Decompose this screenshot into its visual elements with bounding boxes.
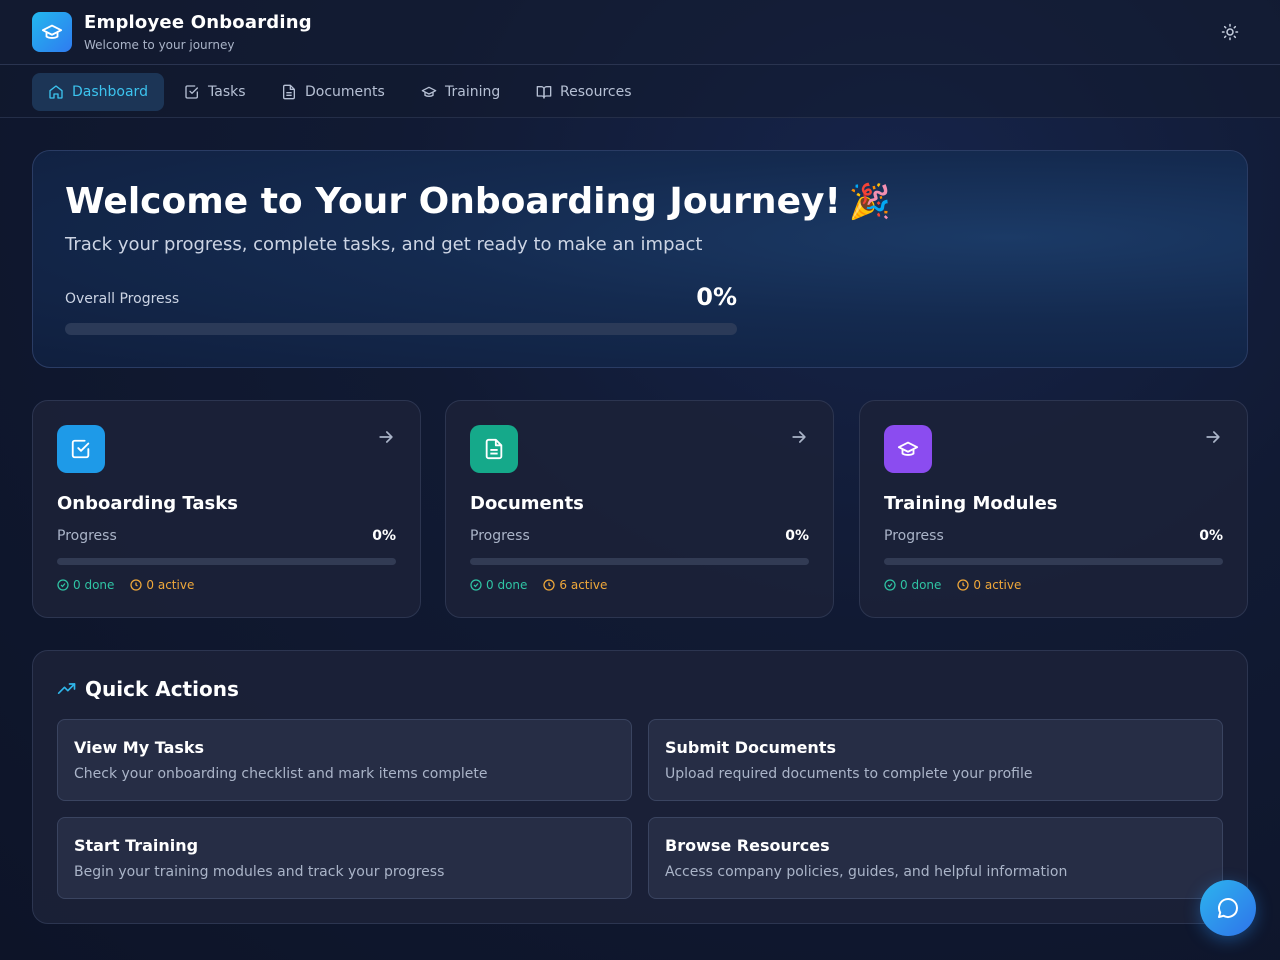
tab-label: Dashboard: [72, 84, 148, 100]
done-count: 0 done: [57, 578, 114, 592]
trending-up-icon: [57, 683, 76, 694]
tab-documents[interactable]: Documents: [265, 73, 401, 111]
arrow-right-icon[interactable]: [1203, 427, 1223, 447]
theme-toggle-button[interactable]: [1216, 18, 1244, 46]
quick-action-description: Access company policies, guides, and hel…: [665, 864, 1068, 880]
clock-icon: [130, 579, 143, 591]
overall-progress-value: 0%: [696, 283, 737, 311]
active-text: 6 active: [559, 578, 608, 592]
clock-icon: [957, 579, 970, 591]
document-icon: [485, 438, 503, 460]
active-text: 0 active: [973, 578, 1022, 592]
welcome-hero: Welcome to Your Onboarding Journey! 🎉 Tra…: [32, 150, 1248, 368]
overall-progress-label: Overall Progress: [65, 291, 180, 307]
card-title: Onboarding Tasks: [57, 493, 238, 514]
main-nav: Dashboard Tasks Documents Training Resou…: [0, 65, 1280, 118]
card-stats: 0 done 0 active: [57, 578, 194, 592]
arrow-right-icon[interactable]: [789, 427, 809, 447]
hero-subtitle: Track your progress, complete tasks, and…: [65, 234, 703, 255]
arrow-right-icon[interactable]: [376, 427, 396, 447]
sun-icon: [1221, 23, 1239, 41]
done-count: 0 done: [884, 578, 941, 592]
clock-icon: [543, 579, 556, 591]
quick-action-description: Check your onboarding checklist and mark…: [74, 766, 488, 782]
app-title: Employee Onboarding: [84, 12, 312, 33]
quick-action-submit-documents[interactable]: Submit Documents Upload required documen…: [648, 719, 1223, 801]
quick-action-browse-resources[interactable]: Browse Resources Access company policies…: [648, 817, 1223, 899]
app-subtitle: Welcome to your journey: [84, 38, 235, 52]
hero-title-text: Welcome to Your Onboarding Journey!: [65, 181, 841, 222]
graduation-cap-icon: [897, 441, 919, 456]
card-training-modules[interactable]: Training Modules Progress 0% 0 done 0 ac…: [859, 400, 1248, 618]
card-progress-value: 0%: [785, 528, 809, 544]
check-circle-icon: [470, 579, 482, 591]
tab-tasks[interactable]: Tasks: [168, 73, 262, 111]
card-progress-bar: [884, 558, 1223, 565]
chat-button[interactable]: [1200, 880, 1256, 936]
document-icon: [283, 84, 295, 100]
graduation-cap-icon: [41, 24, 63, 39]
card-stats: 0 done 0 active: [884, 578, 1021, 592]
quick-actions-title: Quick Actions: [85, 677, 239, 701]
tab-label: Tasks: [208, 84, 246, 100]
quick-action-title: View My Tasks: [74, 738, 205, 757]
quick-actions-panel: Quick Actions View My Tasks Check your o…: [32, 650, 1248, 924]
active-text: 0 active: [146, 578, 195, 592]
card-progress-value: 0%: [1199, 528, 1223, 544]
done-text: 0 done: [486, 578, 528, 592]
book-icon: [536, 86, 552, 99]
party-emoji: 🎉: [848, 182, 892, 222]
card-icon-box: [57, 425, 105, 473]
card-progress-label: Progress: [57, 528, 117, 544]
quick-action-title: Submit Documents: [665, 738, 836, 757]
card-icon-box: [884, 425, 932, 473]
done-text: 0 done: [73, 578, 115, 592]
overall-progress-bar: [65, 323, 737, 335]
quick-action-start-training[interactable]: Start Training Begin your training modul…: [57, 817, 632, 899]
quick-actions-header: Quick Actions: [57, 677, 239, 701]
card-progress-label: Progress: [884, 528, 944, 544]
active-count: 0 active: [957, 578, 1021, 592]
home-icon: [49, 85, 63, 99]
graduation-cap-icon: [421, 86, 437, 97]
checkbox-icon: [185, 85, 198, 99]
card-progress-bar: [470, 558, 809, 565]
card-title: Documents: [470, 493, 584, 514]
active-count: 0 active: [130, 578, 194, 592]
quick-action-view-tasks[interactable]: View My Tasks Check your onboarding chec…: [57, 719, 632, 801]
card-progress-bar: [57, 558, 396, 565]
tab-label: Training: [445, 84, 501, 100]
card-icon-box: [470, 425, 518, 473]
quick-action-description: Upload required documents to complete yo…: [665, 766, 1033, 782]
done-count: 0 done: [470, 578, 527, 592]
card-stats: 0 done 6 active: [470, 578, 607, 592]
chat-icon: [1218, 898, 1238, 918]
hero-title: Welcome to Your Onboarding Journey! 🎉: [65, 181, 891, 222]
checkbox-icon: [71, 439, 90, 459]
card-title: Training Modules: [884, 493, 1058, 514]
done-text: 0 done: [900, 578, 942, 592]
tab-resources[interactable]: Resources: [520, 73, 648, 111]
check-circle-icon: [884, 579, 896, 591]
tab-training[interactable]: Training: [405, 73, 516, 111]
card-documents[interactable]: Documents Progress 0% 0 done 6 active: [445, 400, 834, 618]
card-progress-value: 0%: [372, 528, 396, 544]
app-header: Employee Onboarding Welcome to your jour…: [0, 0, 1280, 65]
tab-dashboard[interactable]: Dashboard: [32, 73, 164, 111]
app-logo: [32, 12, 72, 52]
quick-action-title: Start Training: [74, 836, 199, 855]
quick-action-title: Browse Resources: [665, 836, 830, 855]
card-onboarding-tasks[interactable]: Onboarding Tasks Progress 0% 0 done 0 ac…: [32, 400, 421, 618]
quick-action-description: Begin your training modules and track yo…: [74, 864, 445, 880]
card-progress-label: Progress: [470, 528, 530, 544]
tab-label: Resources: [560, 84, 632, 100]
active-count: 6 active: [543, 578, 607, 592]
check-circle-icon: [57, 579, 69, 591]
tab-label: Documents: [305, 84, 385, 100]
